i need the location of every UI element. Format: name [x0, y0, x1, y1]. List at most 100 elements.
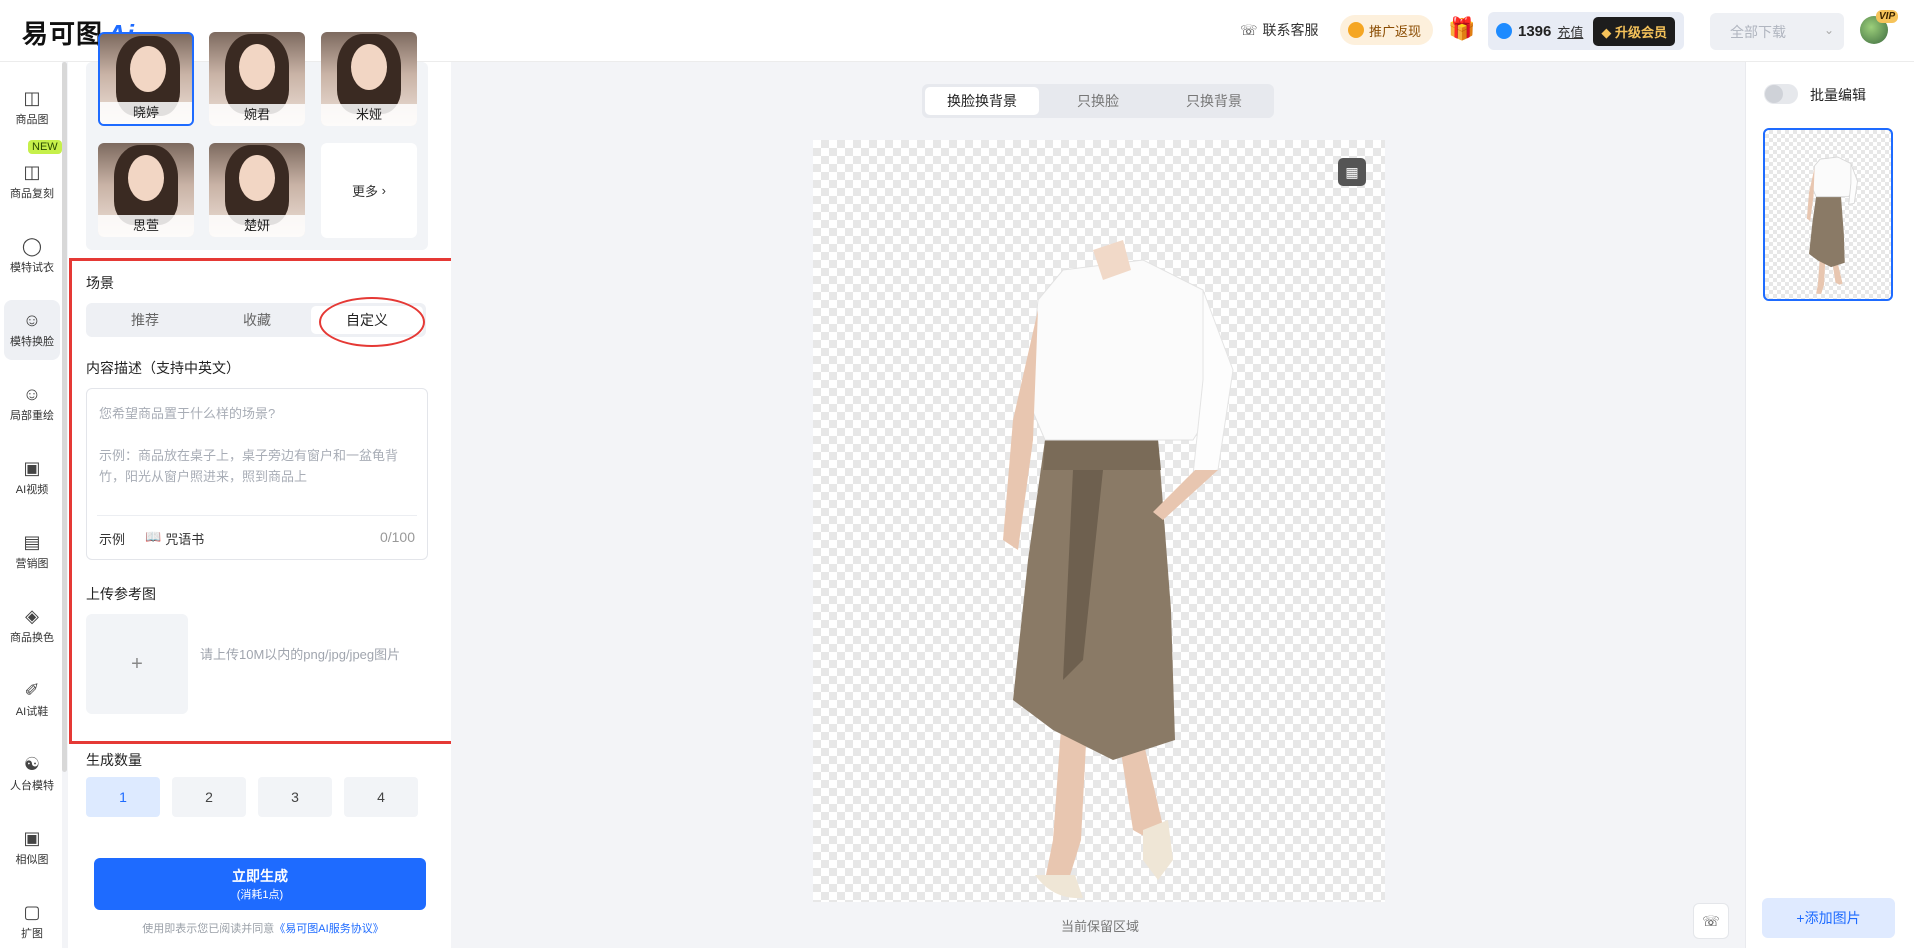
rail-item-mannequin[interactable]: ☯ 人台模特 — [4, 744, 60, 804]
vip-badge: VIP — [1876, 10, 1899, 23]
rail-item-similar[interactable]: ▣ 相似图 — [4, 818, 60, 878]
rail-label: 商品图 — [15, 114, 49, 126]
add-image-button[interactable]: +添加图片 — [1762, 898, 1895, 938]
bag-icon: ◫ — [23, 88, 41, 108]
video-icon: ▣ — [23, 458, 41, 478]
mannequin-icon: ☯ — [23, 754, 41, 774]
new-badge: NEW — [28, 140, 62, 154]
count-option-3[interactable]: 3 — [258, 777, 332, 817]
tab-swap-face-only[interactable]: 只换脸 — [1041, 87, 1155, 115]
face-icon: ☺ — [22, 310, 42, 330]
rail-label: 商品换色 — [10, 632, 54, 644]
model-name: 楚妍 — [209, 215, 305, 237]
model-card[interactable]: 米娅 — [321, 32, 417, 126]
tool-rail: ◫ 商品图 ◫ 商品复刻 NEW ◯ 模特试衣 ☺ 模特换脸 ☺ 局部重绘 ▣ AI视频 ▤… — [0, 62, 62, 948]
model-card[interactable]: 楚妍 — [209, 143, 305, 237]
rail-item-face-swap[interactable]: ☺ 模特换脸 — [4, 300, 60, 360]
download-all-label: 全部下载 — [1730, 23, 1786, 40]
rail-label: AI视频 — [15, 484, 49, 496]
rail-item-expand[interactable]: ▢ 扩图 — [4, 892, 60, 948]
download-all-button[interactable]: 全部下载 ⌄ — [1710, 13, 1844, 50]
upgrade-label: 升级会员 — [1615, 24, 1668, 40]
batch-edit-label: 批量编辑 — [1810, 87, 1866, 103]
model-card[interactable]: 思萱 — [98, 143, 194, 237]
count-option-1[interactable]: 1 — [86, 777, 160, 817]
rail-item-model-tryon[interactable]: ◯ 模特试衣 — [4, 226, 60, 286]
points-balance: 1396 — [1518, 22, 1552, 40]
tab-swap-background-only[interactable]: 只换背景 — [1157, 87, 1271, 115]
promo-cashback-button[interactable]: 推广返现 — [1340, 15, 1434, 45]
model-face — [128, 155, 164, 201]
agreement-text: 使用即表示您已阅读并同意 — [142, 923, 275, 935]
rail-label: 人台模特 — [10, 780, 54, 792]
model-face — [351, 44, 387, 90]
rail-item-shoe-tryon[interactable]: ✐ AI试鞋 — [4, 670, 60, 730]
swap-mode-tabs: 换脸换背景 只换脸 只换背景 — [922, 84, 1274, 118]
more-models-button[interactable]: 更多 › — [321, 143, 417, 238]
promo-label: 推广返现 — [1369, 23, 1422, 39]
more-label: 更多 — [352, 184, 379, 199]
rail-label: 局部重绘 — [10, 410, 54, 422]
image-thumbnail[interactable] — [1763, 128, 1893, 301]
rail-item-ai-video[interactable]: ▣ AI视频 — [4, 448, 60, 508]
region-select-icon[interactable]: ▦ — [1338, 158, 1366, 186]
upgrade-member-button[interactable]: ◆ 升级会员 — [1593, 16, 1676, 46]
model-card[interactable]: 婉君 — [209, 32, 305, 126]
count-option-2[interactable]: 2 — [172, 777, 246, 817]
rail-label: AI试鞋 — [15, 706, 49, 718]
rail-item-recolor[interactable]: ◈ 商品换色 — [4, 596, 60, 656]
agreement-notice: 使用即表示您已阅读并同意《易可图AI服务协议》 — [98, 920, 428, 936]
rail-item-inpaint[interactable]: ☺ 局部重绘 — [4, 374, 60, 434]
repaint-icon: ☺ — [22, 384, 42, 404]
rail-item-product-replicate[interactable]: ◫ 商品复刻 — [4, 152, 60, 212]
expand-icon: ▢ — [23, 902, 41, 922]
points-icon — [1496, 23, 1512, 39]
gift-icon[interactable]: 🎁 — [1448, 16, 1475, 42]
contact-service-button[interactable]: ☏ 联系客服 — [1240, 20, 1319, 40]
product-photo-canvas[interactable] — [813, 140, 1385, 902]
model-face — [239, 44, 275, 90]
chevron-down-icon[interactable]: ⌄ — [1824, 23, 1834, 37]
rail-item-marketing[interactable]: ▤ 营销图 — [4, 522, 60, 582]
logo-text: 易可图 — [22, 19, 104, 49]
chevron-right-icon: › — [381, 183, 386, 198]
rail-label: 扩图 — [21, 928, 43, 940]
headset-icon[interactable]: ☏ — [1693, 903, 1729, 939]
model-name: 思萱 — [98, 215, 194, 237]
count-option-4[interactable]: 4 — [344, 777, 418, 817]
coin-icon — [1348, 22, 1364, 38]
model-card[interactable]: 晓婷 — [98, 32, 194, 126]
model-face — [130, 46, 166, 92]
service-agreement-link[interactable]: 《易可图AI服务协议》 — [274, 923, 383, 935]
toggle-knob — [1765, 85, 1783, 103]
rail-label: 模特换脸 — [10, 336, 54, 348]
annotation-rectangle — [69, 258, 456, 744]
generate-button[interactable]: 立即生成 (消耗1点) — [94, 858, 426, 910]
copy-bag-icon: ◫ — [23, 162, 41, 182]
poster-icon: ▤ — [23, 532, 41, 552]
model-name: 米娅 — [321, 104, 417, 126]
rail-label: 营销图 — [15, 558, 49, 570]
rail-label: 模特试衣 — [10, 262, 54, 274]
rail-item-product[interactable]: ◫ 商品图 — [4, 78, 60, 138]
rail-label: 商品复刻 — [10, 188, 54, 200]
similar-icon: ▣ — [23, 828, 41, 848]
shoe-icon: ✐ — [24, 680, 40, 700]
rail-label: 相似图 — [15, 854, 49, 866]
recharge-link[interactable]: 充值 — [1557, 22, 1583, 41]
generate-count-title: 生成数量 — [86, 752, 142, 768]
model-name: 晓婷 — [100, 102, 192, 124]
model-name: 婉君 — [209, 104, 305, 126]
rail-scrollbar[interactable] — [62, 62, 67, 772]
headless-model-figure — [1003, 240, 1234, 899]
drop-icon: ◈ — [25, 606, 39, 626]
shirt-icon: ◯ — [21, 236, 43, 256]
canvas-caption: 当前保留区域 — [1060, 919, 1139, 934]
generate-cost: (消耗1点) — [236, 889, 284, 901]
contact-service-label: 联系客服 — [1262, 22, 1319, 38]
generate-label: 立即生成 — [232, 868, 288, 884]
headset-icon: ☏ — [1240, 21, 1258, 38]
tab-swap-face-and-background[interactable]: 换脸换背景 — [925, 87, 1039, 115]
thumbnail-figure — [1806, 156, 1858, 295]
balance-panel: 1396 充值 ◆ 升级会员 — [1488, 12, 1684, 50]
